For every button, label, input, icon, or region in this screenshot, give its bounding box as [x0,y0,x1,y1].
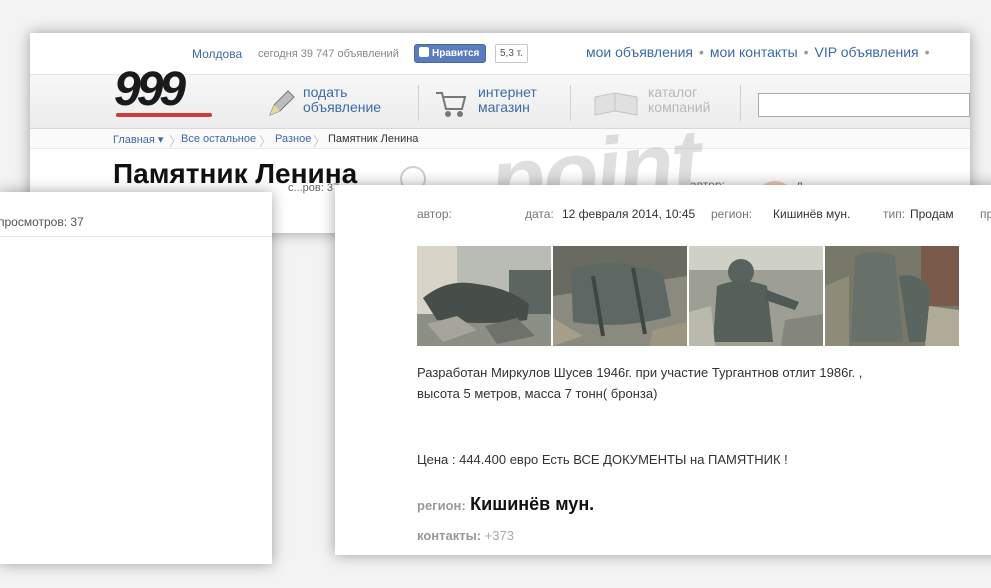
region-summary-value: Кишинёв мун. [470,494,595,514]
description-line: высота 5 метров, масса 7 тонн( бронза) [417,386,658,401]
divider [0,236,272,237]
pencil-icon [269,90,295,116]
more-label: пр [980,207,991,221]
region-summary: регион: Кишинёв мун. [417,494,594,515]
post-ad-link[interactable]: подать объявление [303,85,381,115]
link-separator: • [699,44,704,60]
breadcrumb-separator: 〉 [259,134,273,149]
shop-line1: интернет [478,84,537,100]
nav-divider [418,85,419,121]
photo-thumbnail[interactable] [689,246,823,346]
contacts-row: контакты: +373 [417,528,514,543]
logo-underline [116,113,212,117]
shop-line2: магазин [478,99,530,115]
date-value: 12 февраля 2014, 10:45 [562,207,696,221]
link-separator: • [803,44,809,60]
type-value: Продам [910,207,954,221]
date-label: дата: [525,207,554,221]
nav-divider [570,85,571,121]
book-icon [594,92,638,116]
site-logo[interactable]: 999 [114,65,186,115]
shop-link[interactable]: интернет магазин [478,85,537,115]
catalog-line1: каталог [648,84,698,100]
facebook-like-button[interactable]: Нравится [414,44,487,63]
photo-thumbnail[interactable] [825,246,959,346]
contacts-label: контакты: [417,528,482,543]
breadcrumb-misc[interactable]: Разное [275,133,311,145]
account-links: мои объявления • мои контакты • VIP объявлен… [586,44,936,60]
search-input[interactable] [758,93,970,117]
price-text: Цена : 444.400 евро Есть ВСЕ ДОКУМЕНТЫ н… [417,452,788,467]
views-card: просмотров: 37 [0,192,272,564]
nav-divider [740,85,741,121]
link-separator: • [924,44,930,60]
region-summary-label: регион: [417,498,466,513]
like-label: Нравится [432,48,480,59]
catalog-link[interactable]: каталог компаний [648,85,710,115]
photo-gallery [417,246,959,346]
views-count: просмотров: 37 [0,215,84,229]
region-value[interactable]: Кишинёв мун. [773,207,850,221]
post-ad-line2: объявление [303,99,382,115]
like-count: 5,3 т. [495,44,528,63]
my-ads-link[interactable]: мои объявления [586,44,693,60]
region-label: регион: [711,207,753,221]
author-label: автор: [417,207,452,221]
breadcrumb-separator: 〉 [313,134,327,149]
description-line: Разработан Миркулов Шусев 1946г. при уча… [417,365,863,380]
region-link[interactable]: Молдова [192,47,242,61]
views-partial: с...ров: 37 [288,182,340,194]
post-ad-line1: подать [303,84,348,100]
ad-description: Разработан Миркулов Шусев 1946г. при уча… [417,362,957,404]
cart-icon [436,92,467,117]
my-contacts-link[interactable]: мои контакты [710,44,798,60]
breadcrumb-home[interactable]: Главная ▾ [113,133,163,146]
breadcrumb-current: Памятник Ленина [328,133,419,145]
thumbs-up-icon [419,47,429,57]
ad-detail-card: автор: дата: 12 февраля 2014, 10:45 реги… [335,185,991,555]
ads-count: сегодня 39 747 объявлений [258,48,399,60]
vip-ads-link[interactable]: VIP объявления [815,44,919,60]
photo-thumbnail[interactable] [553,246,687,346]
type-label: тип: [883,207,906,221]
photo-thumbnail[interactable] [417,246,551,346]
contacts-value[interactable]: +373 [485,528,514,543]
breadcrumb-other[interactable]: Все остальное [181,133,256,145]
